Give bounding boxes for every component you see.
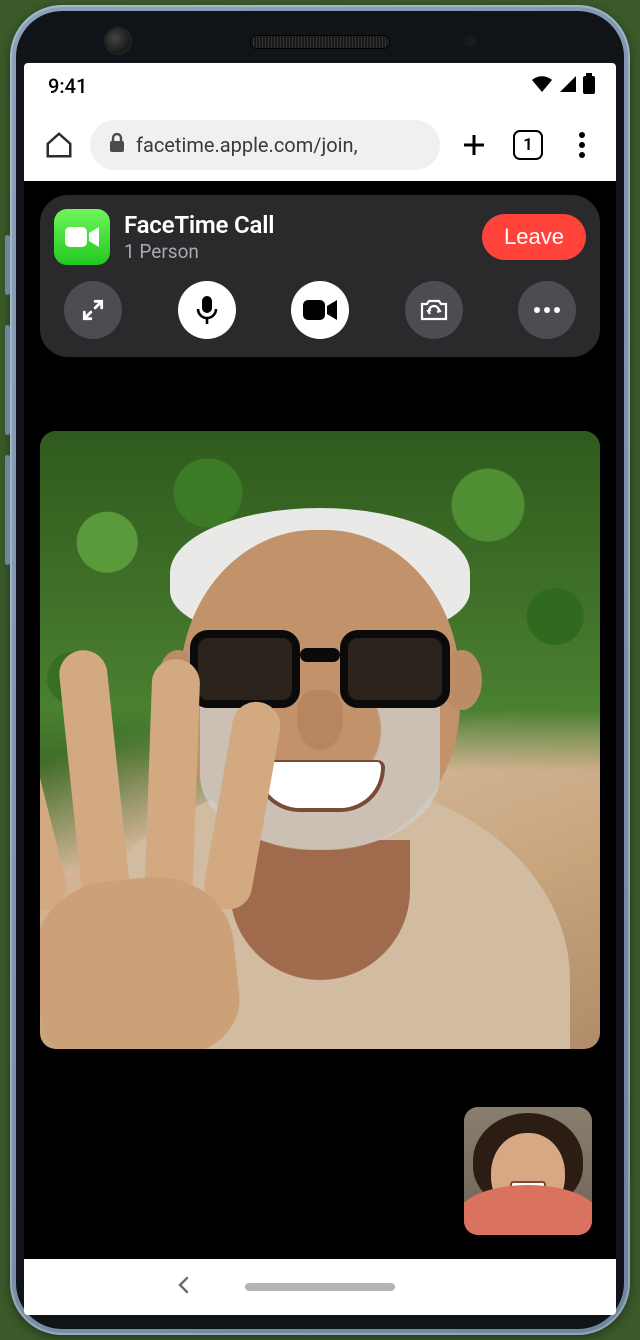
tabs-button[interactable]: 1 [508,125,548,165]
flip-camera-button[interactable] [405,281,463,339]
home-gesture-pill[interactable] [245,1283,395,1291]
side-button [5,235,10,295]
waving-hand [40,699,306,1049]
volume-down-button [5,455,10,565]
device-top-hardware [24,21,616,63]
screen: 9:41 [24,63,616,1315]
self-view-pip[interactable] [464,1107,592,1235]
expand-icon [80,297,106,323]
status-bar: 9:41 [24,63,616,109]
earpiece-speaker [250,35,390,49]
battery-icon [582,73,596,100]
status-time: 9:41 [48,74,87,98]
android-nav-bar [24,1259,616,1315]
new-tab-button[interactable] [454,125,494,165]
more-icon [533,306,561,314]
browser-toolbar: facetime.apple.com/join, 1 [24,109,616,181]
proximity-sensor [464,35,476,47]
remote-video[interactable] [40,431,600,1049]
address-bar[interactable]: facetime.apple.com/join, [90,120,440,170]
cell-signal-icon [558,74,578,99]
home-button[interactable] [42,128,76,162]
url-text: facetime.apple.com/join, [136,133,358,157]
call-subtitle: 1 Person [124,240,468,263]
video-icon [303,299,337,321]
camera-toggle-button[interactable] [291,281,349,339]
flip-camera-icon [419,297,449,323]
phone-frame: 9:41 [10,5,630,1335]
facetime-app-icon [54,209,110,265]
lock-icon [108,133,126,158]
wifi-icon [530,74,554,99]
tab-count: 1 [523,135,533,155]
overflow-menu-button[interactable] [562,125,602,165]
more-button[interactable] [518,281,576,339]
call-banner: FaceTime Call 1 Person Leave [40,195,600,357]
self-participant [464,1107,592,1235]
video-stage: FaceTime Call 1 Person Leave [24,181,616,1259]
call-title: FaceTime Call [124,211,468,239]
expand-button[interactable] [64,281,122,339]
back-button[interactable] [174,1275,194,1299]
mute-button[interactable] [178,281,236,339]
front-camera [104,27,132,55]
leave-button[interactable]: Leave [482,214,586,260]
volume-up-button [5,325,10,435]
microphone-icon [196,295,218,325]
